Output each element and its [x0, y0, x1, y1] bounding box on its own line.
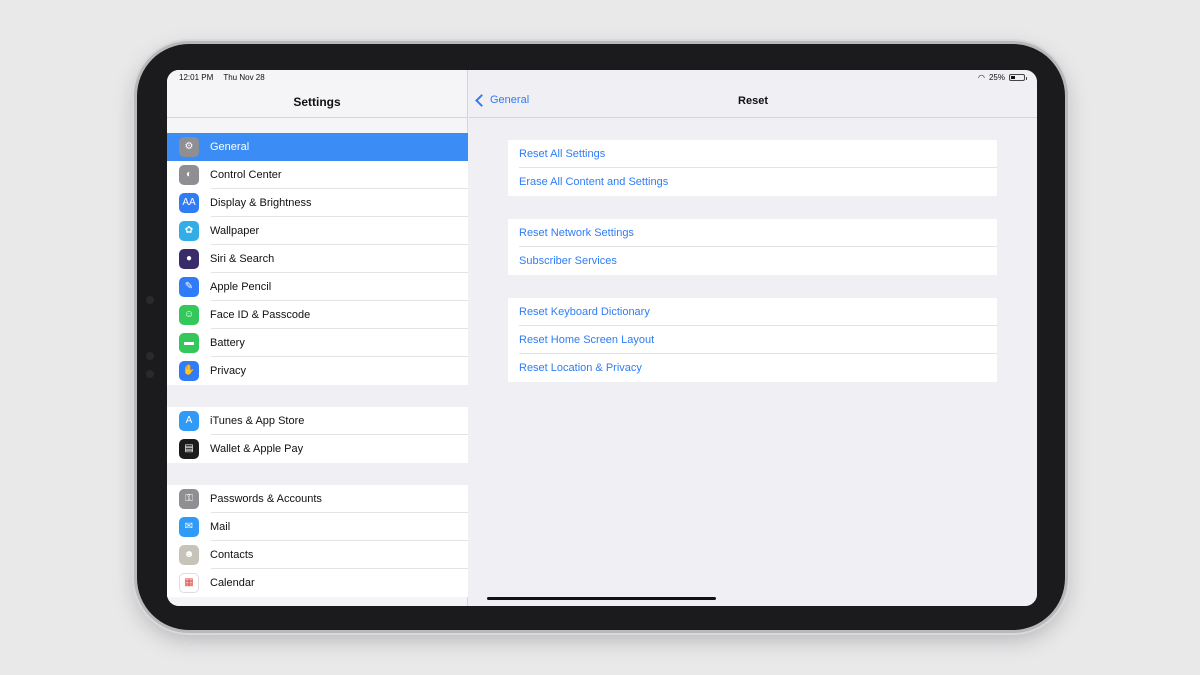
key-icon: ⚿	[179, 489, 199, 509]
pencil-icon: ✎	[179, 277, 199, 297]
camera-dot	[146, 296, 154, 304]
screen: 12:01 PM Thu Nov 28 ◠ 25% Settings ⚙ Gene…	[167, 70, 1037, 606]
camera-dot	[146, 370, 154, 378]
status-time: 12:01 PM	[179, 73, 214, 82]
calendar-icon: ▦	[179, 573, 199, 593]
battery-icon	[1009, 74, 1027, 81]
hand-icon: ✋	[179, 361, 199, 381]
subscriber-services-button[interactable]: Subscriber Services	[508, 247, 997, 275]
sidebar-item-contacts[interactable]: ☻ Contacts	[167, 541, 468, 569]
sidebar-item-label: Calendar	[210, 577, 255, 589]
sidebar-item-privacy[interactable]: ✋ Privacy	[167, 357, 468, 385]
sidebar-item-display-brightness[interactable]: AA Display & Brightness	[167, 189, 468, 217]
sidebar-item-label: Privacy	[210, 365, 247, 377]
sidebar-item-label: iTunes & App Store	[210, 415, 305, 427]
sidebar-item-label: Passwords & Accounts	[210, 493, 322, 505]
sidebar-item-label: Apple Pencil	[210, 281, 272, 293]
reset-group: Reset All Settings Erase All Content and …	[508, 140, 997, 196]
gear-icon: ⚙	[179, 137, 199, 157]
sidebar-title: Settings	[293, 95, 341, 109]
group-separator	[167, 463, 468, 485]
sidebar-item-apple-pencil[interactable]: ✎ Apple Pencil	[167, 273, 468, 301]
sidebar-item-label: Siri & Search	[210, 253, 275, 265]
sidebar-item-control-center[interactable]: ◐ Control Center	[167, 161, 468, 189]
sidebar-item-battery[interactable]: ▬ Battery	[167, 329, 468, 357]
flower-icon: ✿	[179, 221, 199, 241]
reset-group: Reset Network Settings Subscriber Service…	[508, 219, 997, 275]
sidebar-item-label: Face ID & Passcode	[210, 309, 311, 321]
sidebar-item-itunes-app-store[interactable]: AiTunes & App Store	[167, 407, 468, 435]
mail-icon: ✉	[179, 517, 199, 537]
erase-all-content-and-settings-button[interactable]: Erase All Content and Settings	[508, 168, 997, 196]
sidebar-group: ⚿ Passwords & Accounts ✉ Mail ☻ Contacts ▦ Cale…	[167, 485, 468, 597]
contacts-icon: ☻	[179, 545, 199, 565]
sidebar-item-label: Wallet & Apple Pay	[210, 443, 304, 455]
camera-dot	[146, 352, 154, 360]
app-store-icon: A	[179, 411, 199, 431]
reset-location-privacy-button[interactable]: Reset Location & Privacy	[508, 354, 997, 382]
sidebar-group: AiTunes & App Store ▤ Wallet & Apple Pay	[167, 407, 468, 463]
reset-home-screen-layout-button[interactable]: Reset Home Screen Layout	[508, 326, 997, 354]
settings-sidebar: Settings ⚙ General ◐ Control Center AA Displa…	[167, 70, 468, 606]
wifi-icon: ◠	[978, 73, 985, 82]
reset-network-settings-button[interactable]: Reset Network Settings	[508, 219, 997, 247]
sidebar-item-calendar[interactable]: ▦ Calendar	[167, 569, 468, 597]
sidebar-item-general[interactable]: ⚙ General	[167, 133, 468, 161]
page-title: Reset	[738, 95, 768, 107]
reset-all-settings-button[interactable]: Reset All Settings	[508, 140, 997, 168]
sidebar-item-siri-search[interactable]: ● Siri & Search	[167, 245, 468, 273]
sidebar-item-label: Mail	[210, 521, 231, 533]
sidebar-item-label: General	[210, 141, 250, 153]
battery-percent: 25%	[988, 73, 1005, 82]
toggles-icon: ◐	[179, 165, 199, 185]
sidebar-item-label: Display & Brightness	[210, 197, 312, 209]
sidebar-list: ⚙ General ◐ Control Center AA Display & Brigh…	[167, 133, 468, 597]
sidebar-group: ⚙ General ◐ Control Center AA Display & Brigh…	[167, 133, 468, 385]
sidebar-item-wallpaper[interactable]: ✿ Wallpaper	[167, 217, 468, 245]
sidebar-item-label: Wallpaper	[210, 225, 260, 237]
home-indicator[interactable]	[487, 597, 716, 600]
sidebar-item-face-id-passcode[interactable]: ☺ Face ID & Passcode	[167, 301, 468, 329]
group-separator	[167, 385, 468, 407]
battery-icon: ▬	[179, 333, 199, 353]
detail-pane: General Reset Reset All Settings Erase Al…	[469, 70, 1037, 606]
reset-group: Reset Keyboard Dictionary Reset Home Scre…	[508, 298, 997, 382]
sidebar-item-label: Battery	[210, 337, 245, 349]
reset-keyboard-dictionary-button[interactable]: Reset Keyboard Dictionary	[508, 298, 997, 326]
wallet-icon: ▤	[179, 439, 199, 459]
siri-icon: ●	[179, 249, 199, 269]
sidebar-item-wallet-apple-pay[interactable]: ▤ Wallet & Apple Pay	[167, 435, 468, 463]
text-size-icon: AA	[179, 193, 199, 213]
status-bar: 12:01 PM Thu Nov 28 ◠ 25%	[167, 70, 1037, 86]
sidebar-item-mail[interactable]: ✉ Mail	[167, 513, 468, 541]
sidebar-item-label: Control Center	[210, 169, 282, 181]
sidebar-item-passwords-accounts[interactable]: ⚿ Passwords & Accounts	[167, 485, 468, 513]
face-id-icon: ☺	[179, 305, 199, 325]
sidebar-item-label: Contacts	[210, 549, 254, 561]
status-date: Thu Nov 28	[223, 73, 265, 82]
